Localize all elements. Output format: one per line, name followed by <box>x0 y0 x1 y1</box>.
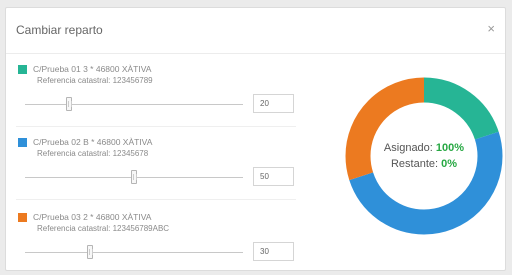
assigned-line: Asignado: 100% <box>384 140 464 156</box>
property-address: C/Prueba 02 B * 46800 XÀTIVA <box>33 137 153 147</box>
property-item: C/Prueba 02 B * 46800 XÀTIVA Referencia … <box>6 133 306 197</box>
remaining-value: 0% <box>441 158 458 170</box>
cadastral-reference: Referencia catastral: 123456789ABC <box>37 224 170 233</box>
color-swatch <box>18 65 27 74</box>
property-item: C/Prueba 03 2 * 46800 XÀTIVA Referencia … <box>6 208 306 272</box>
allocation-input[interactable]: 30 <box>253 242 294 261</box>
color-swatch <box>18 138 27 147</box>
close-icon[interactable]: × <box>487 21 495 36</box>
allocation-slider-track[interactable] <box>25 104 243 105</box>
allocation-slider-track[interactable] <box>25 252 243 253</box>
property-item: C/Prueba 01 3 * 46800 XÀTIVA Referencia … <box>6 60 306 124</box>
allocation-slider-handle[interactable] <box>87 245 94 259</box>
allocation-input[interactable]: 20 <box>253 94 294 113</box>
chart-summary: Asignado: 100% Restante: 0% <box>344 76 504 236</box>
property-address: C/Prueba 01 3 * 46800 XÀTIVA <box>33 64 152 74</box>
allocation-input[interactable]: 50 <box>253 167 294 186</box>
remaining-label: Restante: <box>390 158 439 170</box>
modal-title: Cambiar reparto <box>16 23 103 37</box>
cadastral-reference: Referencia catastral: 12345678 <box>37 149 149 158</box>
distribution-donut-chart: Asignado: 100% Restante: 0% <box>344 76 504 236</box>
modal-header: Cambiar reparto × <box>6 8 505 54</box>
allocation-slider-handle[interactable] <box>131 170 137 184</box>
divider <box>16 199 296 200</box>
color-swatch <box>18 213 27 222</box>
property-address: C/Prueba 03 2 * 46800 XÀTIVA <box>33 212 152 222</box>
remaining-line: Restante: 0% <box>391 156 457 172</box>
assigned-value: 100% <box>435 142 465 154</box>
allocation-slider-handle[interactable] <box>65 97 72 111</box>
cadastral-reference: Referencia catastral: 123456789 <box>37 76 153 85</box>
change-distribution-modal: Cambiar reparto × C/Prueba 01 3 * 46800 … <box>5 7 506 271</box>
assigned-label: Asignado: <box>383 142 433 154</box>
divider <box>16 126 296 127</box>
